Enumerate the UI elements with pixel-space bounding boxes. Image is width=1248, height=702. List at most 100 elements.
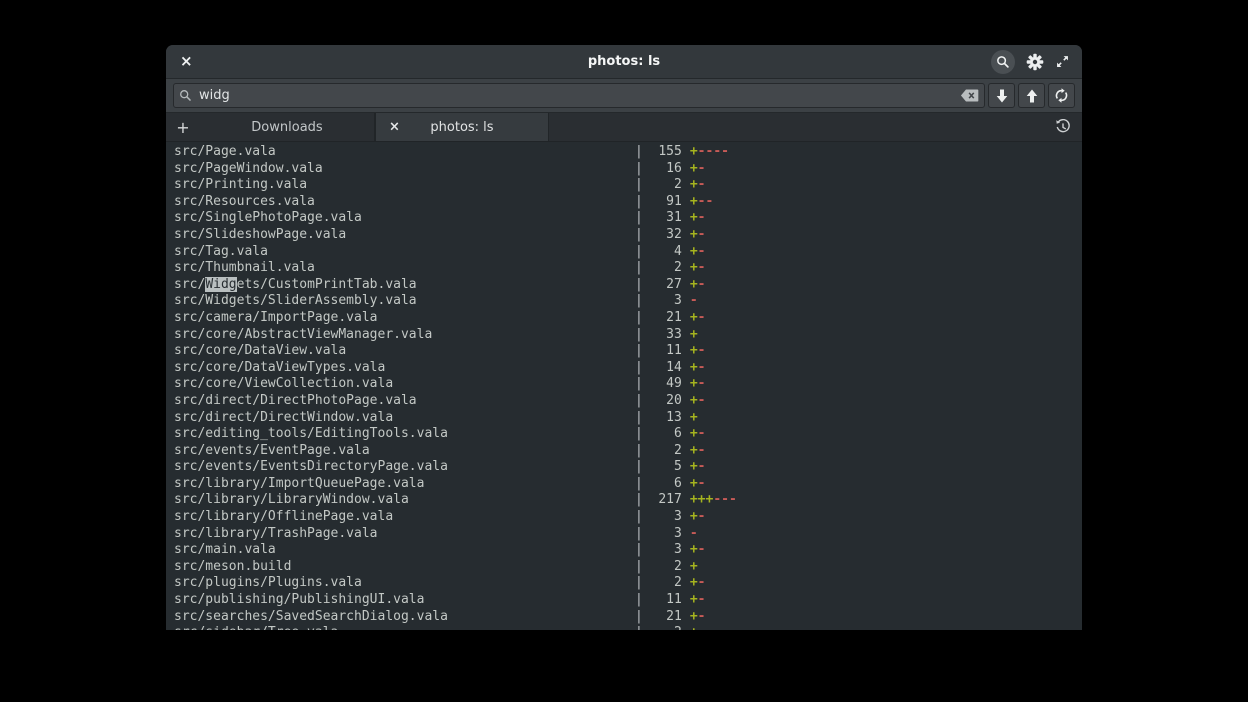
search-previous-button[interactable] <box>1018 83 1045 108</box>
new-tab-plus-icon: + <box>176 118 189 137</box>
change-count: 6 <box>643 476 682 493</box>
file-path: src/Thumbnail.vala <box>174 260 635 277</box>
diff-signs: +- <box>690 509 706 524</box>
arrow-down-icon <box>996 89 1008 103</box>
close-tab-button[interactable]: × <box>389 121 400 134</box>
file-path: src/Page.vala <box>174 144 635 161</box>
search-wrap-around-button[interactable] <box>1048 83 1075 108</box>
diff-signs: - <box>690 526 698 541</box>
terminal-row: src/core/DataViewTypes.vala|14+- <box>174 360 1082 377</box>
diff-signs: +- <box>690 260 706 275</box>
diff-signs: + <box>690 559 698 574</box>
file-path: src/plugins/Plugins.vala <box>174 575 635 592</box>
diff-signs: +- <box>690 161 706 176</box>
history-clock-icon <box>1055 119 1071 135</box>
terminal-row: src/SinglePhotoPage.vala|31+- <box>174 210 1082 227</box>
diff-signs: + <box>690 625 698 630</box>
titlebar[interactable]: × photos: ls <box>166 45 1082 79</box>
diff-signs: +- <box>690 443 706 458</box>
change-count: 3 <box>643 542 682 559</box>
terminal-row: src/plugins/Plugins.vala|2+- <box>174 575 1082 592</box>
file-path: src/direct/DirectPhotoPage.vala <box>174 393 635 410</box>
terminal-row: src/direct/DirectWindow.vala|13+ <box>174 410 1082 427</box>
file-path: src/Widgets/SliderAssembly.vala <box>174 293 635 310</box>
terminal-row: src/library/ImportQueuePage.vala|6+- <box>174 476 1082 493</box>
terminal-row: src/camera/ImportPage.vala|21+- <box>174 310 1082 327</box>
diff-signs: +-- <box>690 194 713 209</box>
search-bar: widg <box>166 79 1082 113</box>
file-path: src/Widgets/CustomPrintTab.vala <box>174 277 635 294</box>
diff-signs: +- <box>690 575 706 590</box>
change-count: 91 <box>643 194 682 211</box>
search-toggle-button[interactable] <box>991 50 1015 74</box>
change-count: 2 <box>643 625 682 630</box>
file-path: src/events/EventPage.vala <box>174 443 635 460</box>
diff-signs: +- <box>690 393 706 408</box>
change-count: 32 <box>643 227 682 244</box>
window-close-button[interactable]: × <box>180 54 193 69</box>
diff-signs: +- <box>690 343 706 358</box>
diff-signs: +- <box>690 310 706 325</box>
diff-signs: +- <box>690 459 706 474</box>
terminal-row: src/Widgets/CustomPrintTab.vala|27+- <box>174 277 1082 294</box>
change-count: 21 <box>643 310 682 327</box>
file-path: src/editing_tools/EditingTools.vala <box>174 426 635 443</box>
diff-signs: +++--- <box>690 492 737 507</box>
terminal-row: src/PageWindow.vala|16+- <box>174 161 1082 178</box>
file-path: src/camera/ImportPage.vala <box>174 310 635 327</box>
backspace-clear-button[interactable] <box>960 89 979 102</box>
file-path: src/core/AbstractViewManager.vala <box>174 327 635 344</box>
diff-signs: +- <box>690 210 706 225</box>
search-next-button[interactable] <box>988 83 1015 108</box>
fullscreen-icon <box>1055 54 1070 69</box>
change-count: 155 <box>643 144 682 161</box>
terminal-row: src/publishing/PublishingUI.vala|11+- <box>174 592 1082 609</box>
diff-signs: +- <box>690 476 706 491</box>
terminal-row: src/core/DataView.vala|11+- <box>174 343 1082 360</box>
diff-signs: +- <box>690 360 706 375</box>
file-path: src/Resources.vala <box>174 194 635 211</box>
change-count: 6 <box>643 426 682 443</box>
diff-signs: + <box>690 410 698 425</box>
file-path: src/main.vala <box>174 542 635 559</box>
settings-button[interactable] <box>1026 53 1044 71</box>
file-path: src/direct/DirectWindow.vala <box>174 410 635 427</box>
diff-signs: +- <box>690 277 706 292</box>
arrow-up-icon <box>1026 89 1038 103</box>
tab-downloads[interactable]: Downloads <box>200 113 375 141</box>
terminal-row: src/Resources.vala|91+-- <box>174 194 1082 211</box>
search-query-text: widg <box>199 88 230 103</box>
tab-label: Downloads <box>251 120 322 135</box>
terminal-row: src/sidebar/Tree.vala|2+ <box>174 625 1082 630</box>
diff-signs: - <box>690 293 698 308</box>
terminal-row: src/library/LibraryWindow.vala|217+++--- <box>174 492 1082 509</box>
new-tab-button[interactable]: + <box>166 113 200 141</box>
change-count: 4 <box>643 244 682 261</box>
file-path: src/library/OfflinePage.vala <box>174 509 635 526</box>
change-count: 16 <box>643 161 682 178</box>
file-path: src/core/DataViewTypes.vala <box>174 360 635 377</box>
file-path: src/core/ViewCollection.vala <box>174 376 635 393</box>
diff-signs: +---- <box>690 144 729 159</box>
diff-signs: +- <box>690 542 706 557</box>
diff-signs: +- <box>690 592 706 607</box>
terminal-row: src/SlideshowPage.vala|32+- <box>174 227 1082 244</box>
file-path: src/SinglePhotoPage.vala <box>174 210 635 227</box>
change-count: 5 <box>643 459 682 476</box>
diff-signs: + <box>690 327 698 342</box>
fullscreen-button[interactable] <box>1055 54 1070 69</box>
terminal-output[interactable]: src/Page.vala|155+----src/PageWindow.val… <box>166 142 1082 630</box>
terminal-row: src/searches/SavedSearchDialog.vala|21+- <box>174 609 1082 626</box>
terminal-row: src/library/OfflinePage.vala|3+- <box>174 509 1082 526</box>
terminal-row: src/Tag.vala|4+- <box>174 244 1082 261</box>
terminal-row: src/Printing.vala|2+- <box>174 177 1082 194</box>
session-history-button[interactable] <box>1044 113 1082 141</box>
file-path: src/Printing.vala <box>174 177 635 194</box>
change-count: 2 <box>643 559 682 576</box>
diff-signs: +- <box>690 227 706 242</box>
search-match-highlight: Widg <box>205 277 236 292</box>
tab-photos-ls[interactable]: ×photos: ls <box>375 113 549 141</box>
search-input[interactable]: widg <box>173 83 985 108</box>
file-path: src/sidebar/Tree.vala <box>174 625 635 630</box>
tab-strip: Downloads ×photos: ls <box>200 113 549 141</box>
